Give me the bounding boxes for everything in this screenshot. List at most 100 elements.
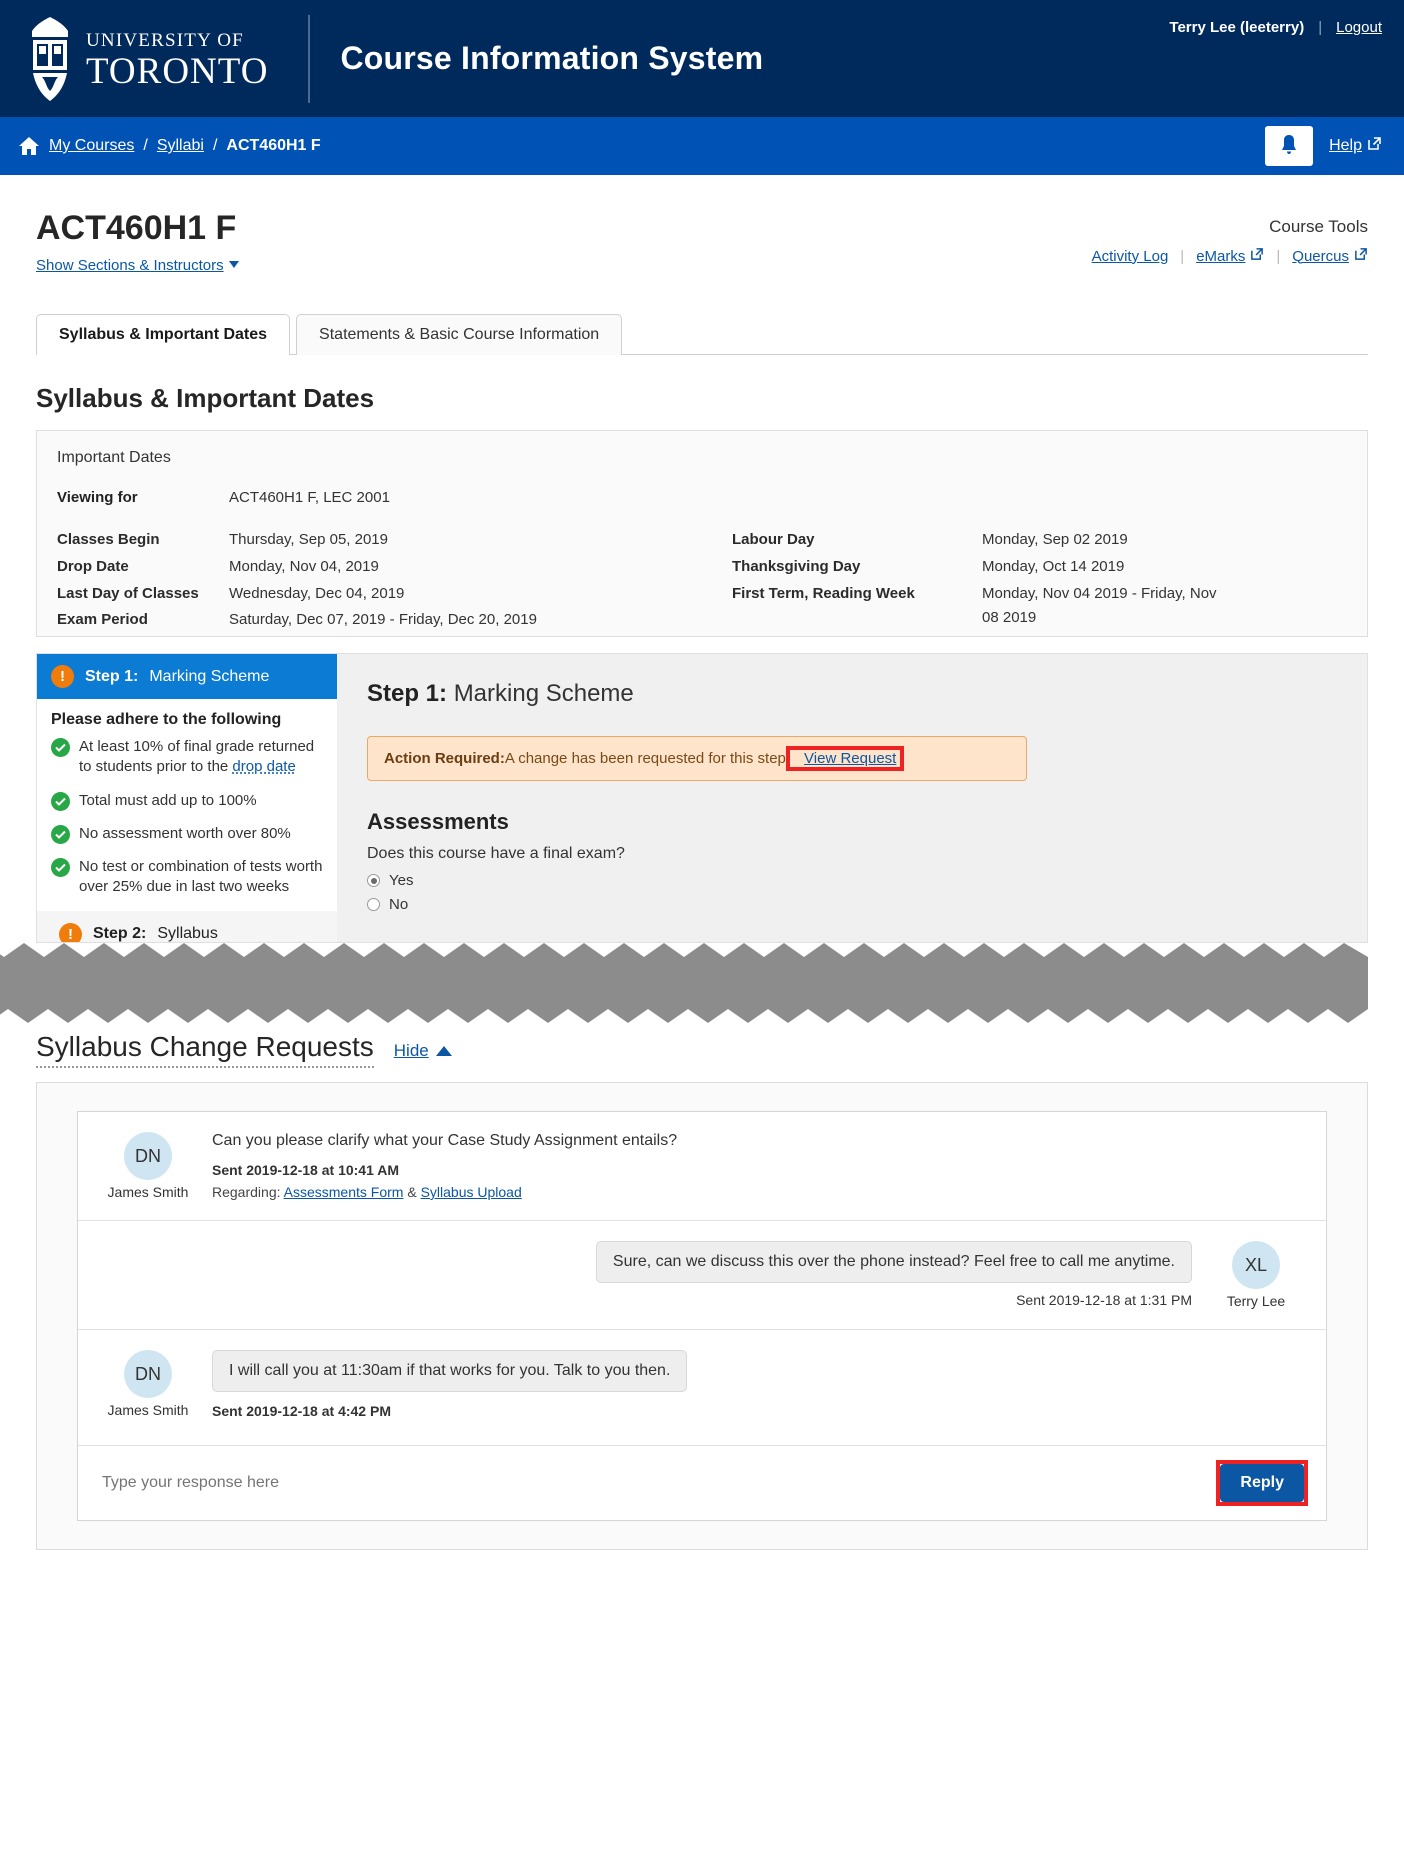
radio-option-no[interactable]: No xyxy=(367,896,1337,913)
tools-divider-2: | xyxy=(1276,247,1281,265)
rule-item: No test or combination of tests worth ov… xyxy=(51,857,323,898)
hide-label: Hide xyxy=(393,1041,429,1060)
radio-yes-label: Yes xyxy=(389,872,414,889)
sender-name: James Smith xyxy=(107,1402,189,1418)
tab-bar: Syllabus & Important Dates Statements & … xyxy=(36,314,1368,356)
avatar: DN xyxy=(124,1132,172,1180)
step-main-title-name: Marking Scheme xyxy=(453,680,634,707)
dates-columns: Classes Begin Thursday, Sep 05, 2019 Dro… xyxy=(57,528,1347,635)
assessments-form-link[interactable]: Assessments Form xyxy=(284,1184,404,1200)
course-tools-links: Activity Log | eMarks | Quercus xyxy=(1092,247,1368,265)
bell-icon xyxy=(1279,134,1299,159)
external-link-icon xyxy=(1250,247,1264,265)
message-bubble: Sure, can we discuss this over the phone… xyxy=(595,1241,1192,1283)
sidebar-step-1-header[interactable]: ! Step 1: Marking Scheme xyxy=(37,654,337,699)
message-row: DN James Smith Can you please clarify wh… xyxy=(78,1112,1326,1220)
date-value: Monday, Nov 04, 2019 xyxy=(229,557,379,575)
avatar: XL xyxy=(1232,1241,1280,1289)
message-row: DN James Smith I will call you at 11:30a… xyxy=(78,1329,1326,1445)
view-request-highlight: View Request xyxy=(786,746,905,771)
reply-composer: Reply xyxy=(78,1445,1326,1520)
drop-date-link[interactable]: drop date xyxy=(232,758,295,775)
date-label: Last Day of Classes xyxy=(57,584,199,602)
regarding-joiner: & xyxy=(407,1184,417,1200)
page-title: ACT460H1 F xyxy=(36,209,237,247)
date-row-drop-date: Drop Date Monday, Nov 04, 2019 xyxy=(57,555,672,580)
change-requests-section: Syllabus Change Requests Hide DN James S… xyxy=(0,1031,1404,1550)
radio-no-icon[interactable] xyxy=(367,898,380,911)
user-area: Terry Lee (leeterry) | Logout xyxy=(1169,19,1382,36)
check-circle-icon xyxy=(51,738,70,757)
date-row-last-day-of-classes: Last Day of Classes Wednesday, Dec 04, 2… xyxy=(57,582,672,607)
date-row-first-term-reading-week: First Term, Reading Week Monday, Nov 04 … xyxy=(732,582,1347,632)
rule-item: Total must add up to 100% xyxy=(51,791,323,811)
message-timestamp: Sent 2019-12-18 at 1:31 PM xyxy=(1016,1292,1192,1308)
wordmark-line2: TORONTO xyxy=(86,51,269,92)
reply-button[interactable]: Reply xyxy=(1220,1464,1304,1502)
emarks-label: eMarks xyxy=(1196,247,1246,265)
uoft-logo: UNIVERSITY OF TORONTO xyxy=(22,0,268,117)
step-main-title-prefix: Step 1: xyxy=(367,680,448,707)
date-value: Monday, Oct 14 2019 xyxy=(982,557,1125,575)
help-link[interactable]: Help xyxy=(1329,136,1382,156)
date-label: Drop Date xyxy=(57,557,129,575)
breadcrumb-item-current: ACT460H1 F xyxy=(226,137,321,154)
breadcrumb-item-my-courses[interactable]: My Courses xyxy=(49,137,134,155)
logout-link[interactable]: Logout xyxy=(1336,19,1382,36)
rule-text: At least 10% of final grade returned to … xyxy=(79,737,323,778)
tab-statements-basic-course-information[interactable]: Statements & Basic Course Information xyxy=(296,314,623,355)
reply-button-highlight: Reply xyxy=(1216,1460,1308,1506)
page-break-separator xyxy=(0,943,1404,1023)
section-heading: Syllabus & Important Dates xyxy=(36,383,375,413)
help-label: Help xyxy=(1329,137,1362,154)
radio-yes-icon[interactable] xyxy=(367,874,380,887)
message-body: I will call you at 11:30am if that works… xyxy=(212,1350,1304,1425)
message-sender: DN James Smith xyxy=(100,1350,196,1425)
date-row-thanksgiving-day: Thanksgiving Day Monday, Oct 14 2019 xyxy=(732,555,1347,580)
message-body: Sure, can we discuss this over the phone… xyxy=(595,1241,1192,1309)
rules-list: At least 10% of final grade returned to … xyxy=(37,737,337,898)
reply-input[interactable] xyxy=(100,1473,1221,1493)
message-row: Sure, can we discuss this over the phone… xyxy=(78,1220,1326,1329)
radio-option-yes[interactable]: Yes xyxy=(367,872,1337,889)
message-regarding: Regarding: Assessments Form & Syllabus U… xyxy=(212,1184,1304,1200)
home-icon[interactable] xyxy=(18,136,40,156)
quercus-link[interactable]: Quercus xyxy=(1292,247,1368,265)
breadcrumb-actions: Help xyxy=(1265,117,1382,175)
change-requests-header: Syllabus Change Requests Hide xyxy=(36,1031,1368,1068)
emarks-link[interactable]: eMarks xyxy=(1196,247,1264,265)
tab-syllabus-important-dates[interactable]: Syllabus & Important Dates xyxy=(36,314,291,356)
avatar: DN xyxy=(124,1350,172,1398)
show-sections-instructors-link[interactable]: Show Sections & Instructors xyxy=(36,257,239,274)
message-thread: DN James Smith Can you please clarify wh… xyxy=(77,1111,1327,1521)
page-body: ACT460H1 F Show Sections & Instructors C… xyxy=(0,175,1404,943)
breadcrumb-item-syllabi[interactable]: Syllabi xyxy=(157,137,204,155)
date-row-classes-begin: Classes Begin Thursday, Sep 05, 2019 xyxy=(57,528,672,553)
view-request-link[interactable]: View Request xyxy=(800,748,900,769)
date-label: Thanksgiving Day xyxy=(732,557,861,575)
header-divider xyxy=(308,14,311,103)
activity-log-link[interactable]: Activity Log xyxy=(1092,248,1169,265)
sidebar-step-2-header[interactable]: ! Step 2: Syllabus xyxy=(37,910,337,942)
notifications-button[interactable] xyxy=(1265,126,1314,166)
viewing-for-row: Viewing for ACT460H1 F, LEC 2001 xyxy=(57,489,1347,506)
date-value: Monday, Nov 04 2019 - Friday, Nov 08 201… xyxy=(982,584,1217,627)
chevron-up-icon xyxy=(435,1046,452,1056)
step-1-name: Marking Scheme xyxy=(149,667,270,685)
check-circle-icon xyxy=(51,824,70,844)
action-required-alert: Action Required: A change has been reque… xyxy=(367,736,1027,781)
syllabus-upload-link[interactable]: Syllabus Upload xyxy=(421,1184,522,1200)
breadcrumb-slash-2: / xyxy=(212,137,218,154)
message-sender: DN James Smith xyxy=(100,1132,196,1200)
date-value: Wednesday, Dec 04, 2019 xyxy=(229,584,405,602)
step-main-content: Step 1: Marking Scheme Action Required: … xyxy=(337,654,1367,942)
check-circle-icon xyxy=(51,791,70,811)
change-requests-heading: Syllabus Change Requests xyxy=(36,1031,374,1068)
breadcrumb: My Courses / Syllabi / ACT460H1 F xyxy=(18,136,321,156)
sender-name: Terry Lee xyxy=(1226,1293,1286,1309)
warning-icon: ! xyxy=(59,922,82,942)
hide-change-requests-link[interactable]: Hide xyxy=(394,1041,452,1061)
message-sender: XL Terry Lee xyxy=(1208,1241,1304,1309)
date-value: Saturday, Dec 07, 2019 - Friday, Dec 20,… xyxy=(229,611,537,629)
radio-no-label: No xyxy=(389,896,409,913)
